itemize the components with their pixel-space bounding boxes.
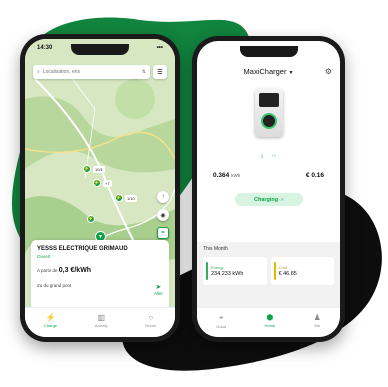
tab-charge[interactable]: ⚡ Charge (44, 313, 57, 328)
compass-icon: ↑ (161, 194, 165, 200)
connection-status: ᛒ ◠ (197, 154, 340, 160)
tab-label: Home (264, 323, 276, 328)
person-icon: ♟ (313, 313, 321, 322)
charger-screen: MaxiCharger ▼ ⚙ ᛒ ◠ 0.364 kWh € 0.16 Charg… (197, 41, 340, 337)
search-placeholder: Localisation, ens (42, 69, 81, 75)
pin-label: 1/10 (125, 194, 137, 202)
map-screen: 14:30 ••• ⌕ Localisation, ens ⇅ ☰ ⚡ 10/1… (25, 39, 175, 337)
charging-button[interactable]: Charging › (234, 193, 303, 206)
search-input[interactable]: ⌕ Localisation, ens ⇅ (33, 65, 150, 79)
bolt-icon: ⚡ (93, 179, 101, 187)
charger-title: MaxiCharger (243, 66, 287, 76)
chevron-down-icon: ▼ (288, 69, 294, 76)
scan-icon: ⌗ (161, 229, 165, 236)
phone-map: 14:30 ••• ⌕ Localisation, ens ⇅ ☰ ⚡ 10/1… (20, 34, 180, 342)
bolt-icon: ⚡ (45, 313, 56, 322)
cost-card-value: € 46.85 (278, 271, 297, 277)
energy-indicator (206, 262, 208, 280)
navigate-icon: ➤ (155, 284, 162, 291)
station-pin[interactable]: ⚡ 1/10 (115, 194, 137, 202)
bolt-icon: ⚡ (115, 194, 123, 202)
bluetooth-icon: ᛒ (260, 154, 264, 160)
charger-body (254, 89, 283, 137)
cost-card-label: Cost (278, 265, 287, 270)
energy-card[interactable]: Energy 234.233 kWh (203, 257, 267, 285)
station-pin[interactable]: ⚡ (87, 215, 95, 223)
status-time: 14:30 (37, 45, 53, 51)
price-prefix: A partir de (37, 268, 58, 273)
station-pin[interactable]: ⚡ +7 (93, 179, 112, 187)
price-value: 0,3 €/kWh (58, 267, 92, 274)
charging-label: Charging (254, 196, 279, 203)
station-address: Zu du grand pont (37, 283, 72, 288)
cost-card[interactable]: Cost € 46.85 (270, 257, 334, 285)
bolt-icon: ⚡ (83, 165, 91, 173)
list-view-button[interactable]: ☰ (153, 65, 167, 79)
navigate-label: Aller (153, 291, 163, 296)
tab-label: Charge (43, 323, 58, 328)
tab-home[interactable]: ○ Home (145, 313, 156, 328)
tab-activity[interactable]: ▥ Activity (95, 313, 108, 328)
charger-ring (260, 113, 277, 129)
station-price: A partir de 0,3 €/kWh (37, 267, 163, 274)
energy-card-label: Energy (211, 265, 224, 270)
cost-metric: € 0.16 (305, 172, 324, 179)
station-status: Ouvert (37, 254, 51, 259)
wifi-icon: ◠ (271, 154, 277, 160)
activity-icon: ▥ (97, 313, 105, 322)
pin-label: 10/1 (93, 165, 105, 173)
charger-display (258, 93, 279, 107)
search-bar: ⌕ Localisation, ens ⇅ ☰ (33, 65, 167, 79)
energy-value: 0.364 (213, 172, 230, 179)
tab-home[interactable]: ⬢ Home (264, 313, 275, 328)
station-footer: Zu du grand pont ➤ Aller (37, 283, 163, 296)
month-cards: Energy 234.233 kWh Cost € 46.85 (203, 257, 334, 285)
phone-charger: MaxiCharger ▼ ⚙ ᛒ ◠ 0.364 kWh € 0.16 Charg… (192, 36, 345, 342)
phone-notch (71, 44, 129, 55)
tab-label: Home (145, 323, 157, 328)
chevron-right-icon: › (281, 196, 283, 203)
energy-unit: kWh (231, 173, 241, 178)
home-icon: ⬢ (266, 313, 274, 322)
charger-selector[interactable]: MaxiCharger ▼ (244, 67, 294, 76)
scan-button[interactable]: ⌗ (157, 227, 169, 239)
tab-good[interactable]: ⌖ Good (216, 313, 226, 329)
filter-icon[interactable]: ⇅ (142, 69, 146, 75)
bolt-icon: ⚡ (87, 215, 95, 223)
tab-label: Good (216, 324, 227, 329)
pin-icon: ⌖ (218, 313, 224, 322)
energy-metric: 0.364 kWh (213, 172, 240, 179)
tab-me[interactable]: ♟ Me (314, 313, 321, 328)
month-summary: This Month Energy 234.233 kWh Cost € 46.… (197, 242, 340, 307)
cost-indicator (273, 262, 276, 280)
tab-label: Activity (94, 323, 108, 328)
month-title: This Month (203, 246, 228, 252)
tab-label: Me (314, 323, 320, 328)
charger-image (249, 89, 289, 154)
session-metrics: 0.364 kWh € 0.16 (197, 172, 340, 179)
tab-bar: ⌖ Good ⬢ Home ♟ Me (197, 307, 340, 337)
home-icon: ○ (148, 313, 154, 322)
station-name: YESSS ELECTRIQUE GRIMAUD (37, 246, 128, 252)
locate-icon: ◉ (160, 212, 166, 219)
energy-card-value: 234.233 kWh (211, 271, 244, 277)
phone-notch (239, 46, 298, 57)
tab-bar: ⚡ Charge ▥ Activity ○ Home (25, 307, 175, 337)
search-icon: ⌕ (37, 69, 40, 75)
status-signal: ••• (156, 45, 163, 51)
settings-gear-icon[interactable]: ⚙ (325, 67, 332, 76)
list-icon: ☰ (157, 69, 163, 76)
pin-label: +7 (103, 179, 112, 187)
station-card[interactable]: YESSS ELECTRIQUE GRIMAUD Ouvert A partir… (31, 240, 169, 310)
compass-button[interactable]: ↑ (157, 191, 169, 203)
station-pin[interactable]: ⚡ 10/1 (83, 165, 105, 173)
navigate-button[interactable]: ➤ Aller (154, 283, 163, 296)
charger-header: MaxiCharger ▼ ⚙ (197, 57, 340, 85)
locate-button[interactable]: ◉ (157, 209, 169, 221)
